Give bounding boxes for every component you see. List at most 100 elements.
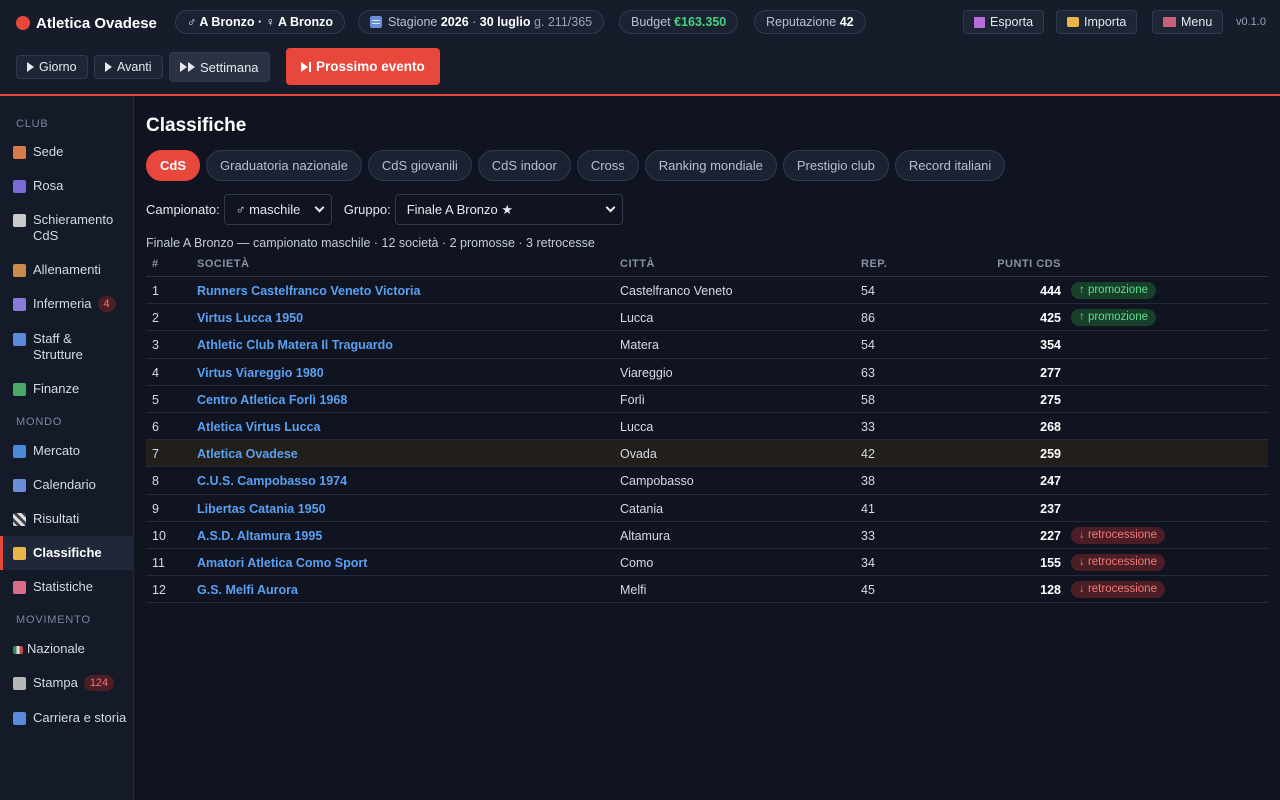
col-rank: # [152, 258, 159, 270]
sidebar-item-staff[interactable]: Staff & Strutture [0, 331, 133, 363]
group-select[interactable]: Finale A Bronzo ★ [394, 194, 623, 225]
row-club-link[interactable]: G.S. Melfi Aurora [197, 583, 298, 597]
import-button[interactable]: Importa [1056, 10, 1138, 34]
sidebar-item-schieramento[interactable]: Schieramento CdS [0, 212, 133, 244]
week-button[interactable]: Settimana [169, 52, 270, 82]
row-club-link[interactable]: Amatori Atletica Como Sport [197, 556, 367, 570]
sidebar-item-nazionale[interactable]: Nazionale [0, 641, 133, 657]
sidebar-item-carriera[interactable]: Carriera e storia [0, 710, 133, 726]
row-points: 237 [1040, 501, 1061, 516]
sidebar-item-classifiche[interactable]: Classifiche [0, 536, 133, 570]
promotion-badge: ↑ promozione [1071, 282, 1157, 299]
skip-next-icon [301, 61, 308, 72]
level-text: ♂ A Bronzo · ♀ A Bronzo [187, 15, 334, 29]
version-label: v0.1.0 [1236, 16, 1266, 28]
sidebar-item-finanze[interactable]: Finanze [0, 381, 133, 397]
tab-cds-indoor[interactable]: CdS indoor [477, 150, 571, 181]
tab-cds-giovanili[interactable]: CdS giovanili [367, 150, 472, 181]
season-label: Stagione [388, 15, 438, 29]
row-club-link[interactable]: Atletica Virtus Lucca [197, 420, 320, 434]
fast-forward-icon [180, 62, 187, 72]
sidebar-item-label: Classifiche [33, 545, 102, 560]
row-rank: 10 [152, 528, 166, 543]
sidebar-item-allenamenti[interactable]: Allenamenti [0, 262, 133, 278]
row-club-link[interactable]: Atletica Ovadese [197, 447, 298, 461]
table-row[interactable]: 12 G.S. Melfi Aurora Melfi 45 128 ↓ retrocess… [146, 576, 1268, 604]
menu-button[interactable]: Menu [1152, 10, 1224, 34]
tab-ranking-mondiale[interactable]: Ranking mondiale [644, 150, 777, 181]
table-row[interactable]: 4 Virtus Viareggio 1980 Viareggio 63 277 [146, 359, 1268, 386]
table-row[interactable]: 7 Atletica Ovadese Ovada 42 259 [146, 440, 1268, 468]
row-rank: 7 [152, 447, 159, 462]
next-event-button[interactable]: Prossimo evento [286, 48, 440, 85]
row-club-link[interactable]: Runners Castelfranco Veneto Victoria [197, 284, 420, 298]
table-row[interactable]: 10 A.S.D. Altamura 1995 Altamura 33 227 ↓ ret… [146, 522, 1268, 549]
sidebar-item-infermeria[interactable]: Infermeria 4 [0, 296, 133, 312]
row-club-link[interactable]: Centro Atletica Forlì 1968 [197, 393, 347, 407]
tab-cds[interactable]: CdS [146, 150, 200, 181]
row-club-link[interactable]: C.U.S. Campobasso 1974 [197, 474, 347, 488]
play-icon [105, 62, 112, 72]
table-row[interactable]: 5 Centro Atletica Forlì 1968 Forlì 58 275 [146, 386, 1268, 413]
tab-cross[interactable]: Cross [576, 150, 639, 181]
level-pill: ♂ A Bronzo · ♀ A Bronzo [175, 10, 346, 34]
chevron-down-icon [605, 202, 616, 213]
sidebar-item-sede[interactable]: Sede [0, 144, 133, 160]
row-reputation: 34 [861, 555, 875, 570]
row-club-link[interactable]: Athletic Club Matera Il Traguardo [197, 338, 393, 352]
table-row[interactable]: 9 Libertas Catania 1950 Catania 41 237 [146, 495, 1268, 522]
next-event-label: Prossimo evento [316, 59, 425, 74]
tab-prestigio-club[interactable]: Prestigio club [782, 150, 889, 181]
sidebar-item-statistiche[interactable]: Statistiche [0, 579, 133, 595]
day-button[interactable]: Giorno [16, 55, 88, 79]
row-points: 444 [1040, 284, 1061, 298]
forward-button[interactable]: Avanti [94, 55, 163, 79]
sidebar-item-calendario[interactable]: Calendario [0, 477, 133, 493]
clipboard-icon [13, 214, 26, 227]
page-title: Classifiche [146, 115, 247, 136]
row-rank: 5 [152, 392, 159, 407]
row-club-link[interactable]: Libertas Catania 1950 [197, 502, 326, 516]
relegation-badge: ↓ retrocessione [1071, 553, 1165, 571]
group-value: Finale A Bronzo ★ [406, 201, 514, 217]
row-points: 155 [1040, 555, 1061, 570]
house-icon [13, 146, 26, 159]
tab-record-italiani[interactable]: Record italiani [894, 150, 1006, 181]
table-row[interactable]: 3 Athletic Club Matera Il Traguardo Matera… [146, 331, 1268, 359]
row-club-link[interactable]: A.S.D. Altamura 1995 [197, 529, 322, 543]
sidebar-item-risultati[interactable]: Risultati [0, 511, 133, 527]
relegation-badge: ↓ retrocessione [1071, 526, 1165, 544]
folder-icon [1067, 17, 1079, 27]
row-reputation: 33 [861, 419, 875, 434]
sidebar-item-mercato[interactable]: Mercato [0, 443, 133, 459]
table-row[interactable]: 6 Atletica Virtus Lucca Lucca 33 268 [146, 413, 1268, 441]
table-row[interactable]: 8 C.U.S. Campobasso 1974 Campobasso 38 247 [146, 467, 1268, 495]
stethoscope-icon [13, 298, 26, 311]
sidebar: CLUB Sede Rosa Schieramento CdS Allename… [0, 96, 134, 800]
export-button[interactable]: Esporta [963, 10, 1045, 34]
sidebar-item-stampa[interactable]: Stampa 124 [0, 675, 133, 691]
row-city: Catania [620, 501, 664, 516]
row-city: Castelfranco Veneto [620, 284, 733, 298]
table-row[interactable]: 11 Amatori Atletica Como Sport Como 34 155 ↓ … [146, 549, 1268, 577]
row-reputation: 54 [861, 284, 875, 298]
row-club-link[interactable]: Virtus Viareggio 1980 [197, 366, 324, 380]
championship-select[interactable]: ♂ maschile [223, 194, 332, 225]
flag-it-icon [13, 646, 23, 654]
row-city: Campobasso [620, 474, 694, 489]
table-row[interactable]: 2 Virtus Lucca 1950 Lucca 86 425 ↑ promozione [146, 304, 1268, 332]
menu-label: Menu [1181, 15, 1213, 29]
standings-table: # SOCIETÀ CITTÀ REP. PUNTI CDS 1 Runners … [146, 253, 1268, 604]
reputation-pill: Reputazione 42 [754, 10, 866, 34]
sidebar-item-rosa[interactable]: Rosa [0, 178, 133, 194]
club-logo-icon [16, 16, 30, 30]
reputation-label: Reputazione [766, 15, 837, 29]
row-reputation: 45 [861, 583, 875, 598]
row-club-link[interactable]: Virtus Lucca 1950 [197, 311, 303, 325]
col-rep: REP. [861, 258, 888, 270]
group-label: Gruppo: [343, 202, 391, 217]
row-reputation: 33 [861, 528, 875, 543]
table-row[interactable]: 1 Runners Castelfranco Veneto Victoria Cas… [146, 277, 1268, 305]
sidebar-section-movimento: MOVIMENTO [16, 614, 91, 626]
tab-graduatoria-nazionale[interactable]: Graduatoria nazionale [206, 150, 362, 181]
